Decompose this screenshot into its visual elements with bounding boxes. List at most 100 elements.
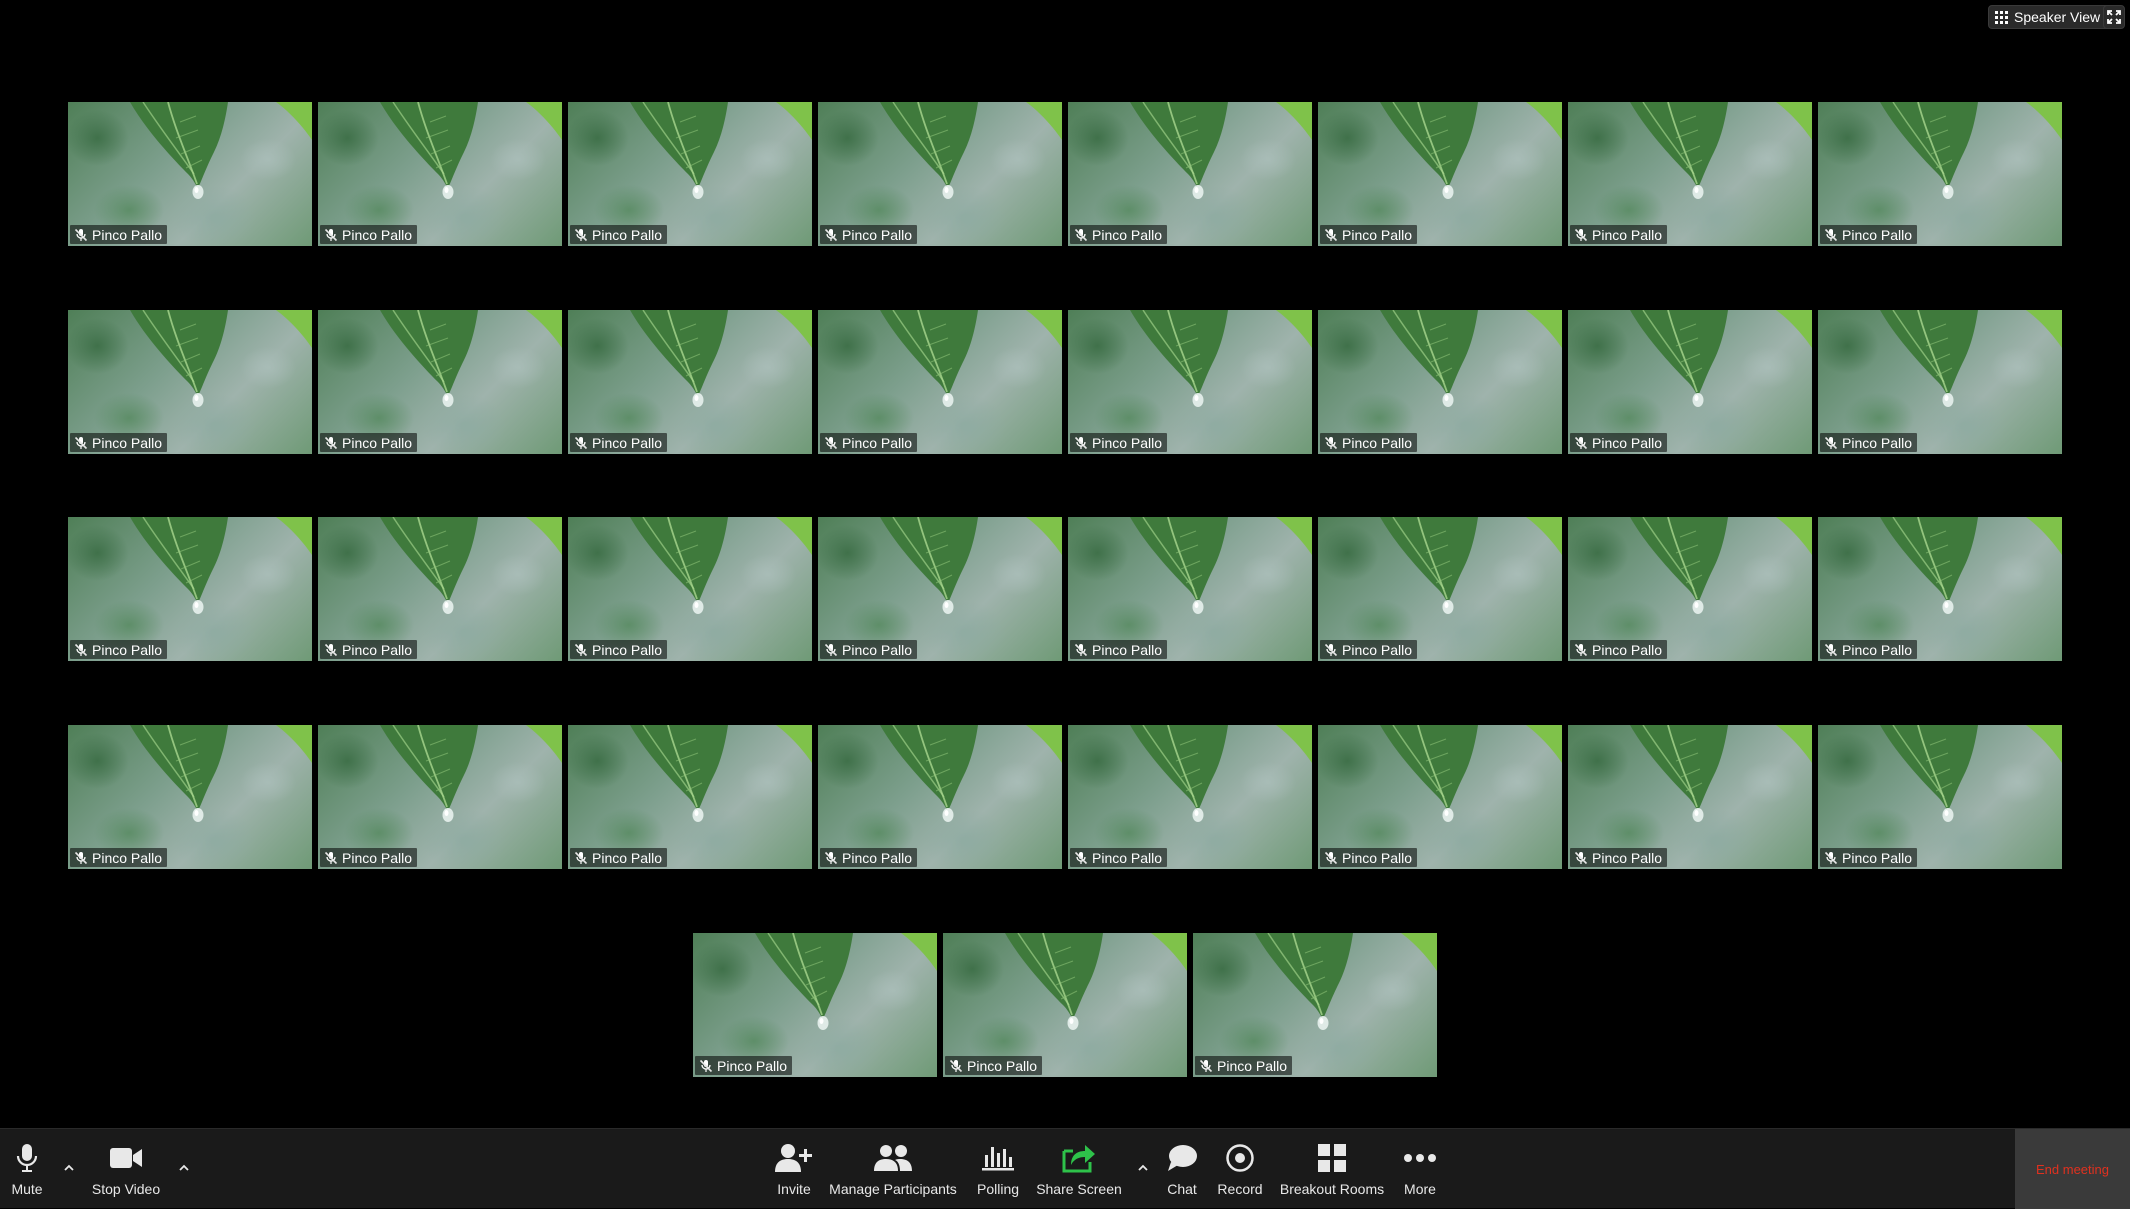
invite-button[interactable]: Invite [768, 1129, 820, 1209]
share-options-caret-icon[interactable] [1136, 1161, 1150, 1175]
muted-microphone-icon [824, 228, 838, 241]
participant-tile[interactable]: Pinco Pallo [568, 310, 812, 454]
muted-microphone-icon [1574, 851, 1588, 864]
participant-tile[interactable]: Pinco Pallo [1068, 725, 1312, 869]
participant-tile[interactable]: Pinco Pallo [318, 725, 562, 869]
participant-name-tag: Pinco Pallo [1820, 640, 1918, 659]
participant-name: Pinco Pallo [967, 1057, 1038, 1074]
muted-microphone-icon [1824, 851, 1838, 864]
participant-tile[interactable]: Pinco Pallo [1818, 517, 2062, 661]
breakout-rooms-label: Breakout Rooms [1279, 1181, 1385, 1197]
muted-microphone-icon [824, 851, 838, 864]
participant-tile[interactable]: Pinco Pallo [68, 102, 312, 246]
participant-name: Pinco Pallo [1842, 849, 1913, 866]
participant-name: Pinco Pallo [92, 226, 163, 243]
muted-microphone-icon [74, 228, 88, 241]
participant-name-tag: Pinco Pallo [70, 225, 168, 244]
participant-tile[interactable]: Pinco Pallo [1068, 517, 1312, 661]
participant-tile[interactable]: Pinco Pallo [1193, 933, 1437, 1077]
gallery-row: Pinco Pallo Pinco Pallo Pinco Pallo Pinco P… [0, 102, 2130, 246]
participant-name: Pinco Pallo [1592, 849, 1663, 866]
participant-tile[interactable]: Pinco Pallo [1818, 725, 2062, 869]
more-button[interactable]: More [1396, 1129, 1444, 1209]
participant-name: Pinco Pallo [92, 641, 163, 658]
participant-name: Pinco Pallo [342, 641, 413, 658]
participant-tile[interactable]: Pinco Pallo [818, 310, 1062, 454]
participant-name: Pinco Pallo [1842, 226, 1913, 243]
audio-options-caret-icon[interactable] [62, 1161, 76, 1175]
participant-tile[interactable]: Pinco Pallo [568, 725, 812, 869]
participant-name: Pinco Pallo [1592, 226, 1663, 243]
participant-tile[interactable]: Pinco Pallo [318, 310, 562, 454]
record-icon [1226, 1144, 1254, 1172]
muted-microphone-icon [824, 643, 838, 656]
participant-tile[interactable]: Pinco Pallo [1318, 310, 1562, 454]
participant-name: Pinco Pallo [842, 849, 913, 866]
participant-tile[interactable]: Pinco Pallo [68, 725, 312, 869]
participant-tile[interactable]: Pinco Pallo [1318, 725, 1562, 869]
participant-tile[interactable]: Pinco Pallo [693, 933, 937, 1077]
muted-microphone-icon [1324, 436, 1338, 449]
participant-tile[interactable]: Pinco Pallo [818, 102, 1062, 246]
end-meeting-button[interactable]: End meeting [2015, 1129, 2130, 1209]
participant-name-tag: Pinco Pallo [320, 433, 418, 452]
participant-tile[interactable]: Pinco Pallo [568, 102, 812, 246]
participants-icon [874, 1145, 912, 1171]
muted-microphone-icon [324, 436, 338, 449]
participant-tile[interactable]: Pinco Pallo [318, 102, 562, 246]
participant-tile[interactable]: Pinco Pallo [1568, 102, 1812, 246]
participant-name-tag: Pinco Pallo [70, 640, 168, 659]
participant-tile[interactable]: Pinco Pallo [1318, 517, 1562, 661]
video-options-caret-icon[interactable] [177, 1161, 191, 1175]
chat-button[interactable]: Chat [1160, 1129, 1204, 1209]
stop-video-button[interactable]: Stop Video [88, 1129, 164, 1209]
share-screen-button[interactable]: Share Screen [1034, 1129, 1124, 1209]
participant-name: Pinco Pallo [842, 226, 913, 243]
participant-name: Pinco Pallo [92, 849, 163, 866]
participant-tile[interactable]: Pinco Pallo [1568, 725, 1812, 869]
participant-name-tag: Pinco Pallo [320, 848, 418, 867]
participant-tile[interactable]: Pinco Pallo [943, 933, 1187, 1077]
participant-name-tag: Pinco Pallo [320, 640, 418, 659]
muted-microphone-icon [574, 851, 588, 864]
breakout-rooms-button[interactable]: Breakout Rooms [1276, 1129, 1388, 1209]
muted-microphone-icon [574, 436, 588, 449]
polling-label: Polling [976, 1181, 1020, 1197]
participant-name: Pinco Pallo [592, 434, 663, 451]
participant-tile[interactable]: Pinco Pallo [68, 310, 312, 454]
manage-participants-button[interactable]: Manage Participants [828, 1129, 958, 1209]
record-button[interactable]: Record [1212, 1129, 1268, 1209]
mute-button[interactable]: Mute [4, 1129, 50, 1209]
participant-tile[interactable]: Pinco Pallo [1068, 102, 1312, 246]
participant-tile[interactable]: Pinco Pallo [318, 517, 562, 661]
participant-name: Pinco Pallo [1342, 434, 1413, 451]
participant-tile[interactable]: Pinco Pallo [68, 517, 312, 661]
muted-microphone-icon [1574, 643, 1588, 656]
participant-tile[interactable]: Pinco Pallo [1568, 517, 1812, 661]
participant-name: Pinco Pallo [1842, 434, 1913, 451]
participant-tile[interactable]: Pinco Pallo [568, 517, 812, 661]
participant-name: Pinco Pallo [1592, 641, 1663, 658]
participant-name: Pinco Pallo [1342, 226, 1413, 243]
participant-name-tag: Pinco Pallo [1570, 225, 1668, 244]
muted-microphone-icon [1824, 228, 1838, 241]
mute-label: Mute [11, 1181, 43, 1197]
polling-button[interactable]: Polling [970, 1129, 1026, 1209]
participant-tile[interactable]: Pinco Pallo [1568, 310, 1812, 454]
participant-tile[interactable]: Pinco Pallo [1818, 310, 2062, 454]
microphone-icon [16, 1144, 38, 1172]
participant-tile[interactable]: Pinco Pallo [818, 517, 1062, 661]
stop-video-label: Stop Video [91, 1181, 161, 1197]
participant-name-tag: Pinco Pallo [1570, 433, 1668, 452]
participant-tile[interactable]: Pinco Pallo [818, 725, 1062, 869]
participant-tile[interactable]: Pinco Pallo [1068, 310, 1312, 454]
participant-name-tag: Pinco Pallo [570, 848, 668, 867]
muted-microphone-icon [1074, 643, 1088, 656]
participant-name-tag: Pinco Pallo [1070, 433, 1168, 452]
participant-tile[interactable]: Pinco Pallo [1818, 102, 2062, 246]
participant-name-tag: Pinco Pallo [820, 225, 918, 244]
participant-tile[interactable]: Pinco Pallo [1318, 102, 1562, 246]
participant-name: Pinco Pallo [592, 641, 663, 658]
participant-name-tag: Pinco Pallo [820, 640, 918, 659]
participant-name: Pinco Pallo [592, 849, 663, 866]
